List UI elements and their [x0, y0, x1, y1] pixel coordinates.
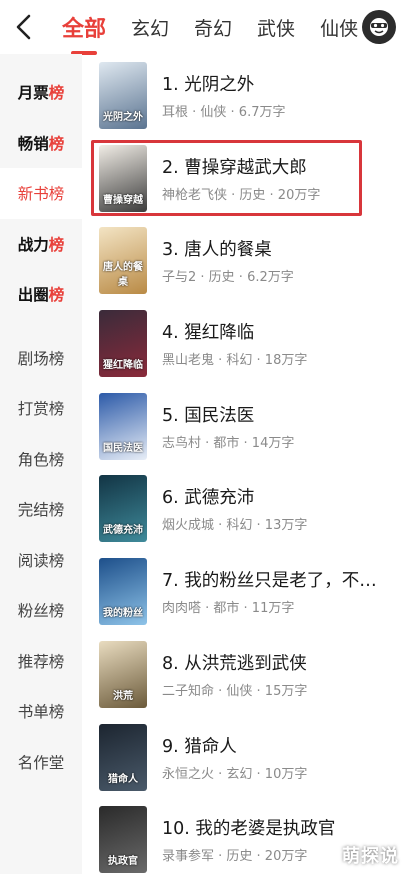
sidebar-item-combat-power[interactable]: 战力榜 — [0, 219, 82, 270]
sidebar-item-recommend[interactable]: 推荐榜 — [0, 636, 82, 687]
book-meta: 神枪老飞侠 · 历史 · 20万字 — [162, 187, 321, 203]
sidebar-item-theater[interactable]: 剧场榜 — [0, 333, 82, 384]
book-title: 9. 猎命人 — [162, 736, 237, 757]
book-meta: 耳根 · 仙侠 · 6.7万字 — [162, 105, 286, 120]
user-avatar-icon — [370, 18, 388, 36]
book-meta: 烟火成城 · 科幻 · 13万字 — [162, 518, 308, 534]
book-title: 2. 曹操穿越武大郎 — [162, 157, 307, 178]
book-meta: 永恒之火 · 玄幻 · 10万字 — [162, 766, 308, 782]
book-cover: 唐人的餐桌 — [99, 227, 147, 295]
book-title: 5. 国民法医 — [162, 405, 255, 426]
list-item[interactable]: 猩红降临 4. 猩红降临 黑山老鬼 · 科幻 · 18万字 — [82, 302, 407, 385]
ranking-sidebar: 月票榜 畅销榜 新书榜 战力榜 出圈榜 剧场榜 打赏榜 角色榜 完结榜 阅读榜 … — [0, 54, 82, 874]
book-meta: 黑山老鬼 · 科幻 · 18万字 — [162, 353, 308, 369]
top-header: 全部 玄幻 奇幻 武侠 仙侠 — [0, 0, 407, 54]
sidebar-item-bestseller[interactable]: 畅销榜 — [0, 118, 82, 169]
book-meta: 子与2 · 历史 · 6.2万字 — [162, 270, 294, 286]
book-cover: 曹操穿越 — [99, 144, 147, 212]
list-item[interactable]: 曹操穿越 2. 曹操穿越武大郎 神枪老飞侠 · 历史 · 20万字 — [82, 137, 407, 220]
book-cover: 执政官 — [99, 806, 147, 874]
book-cover: 武德充沛 — [99, 475, 147, 543]
chevron-left-icon — [16, 14, 31, 40]
sidebar-item-fans[interactable]: 粉丝榜 — [0, 585, 82, 636]
sidebar-item-reading[interactable]: 阅读榜 — [0, 535, 82, 586]
book-cover: 国民法医 — [99, 392, 147, 460]
back-button[interactable] — [10, 12, 40, 42]
book-cover: 洪荒 — [99, 640, 147, 708]
tab-xianxia[interactable]: 仙侠 — [320, 0, 358, 41]
sidebar-item-booklist[interactable]: 书单榜 — [0, 686, 82, 737]
book-cover: 猎命人 — [99, 723, 147, 791]
sidebar-item-character[interactable]: 角色榜 — [0, 434, 82, 485]
book-list: 光阴之外 1. 光阴之外 耳根 · 仙侠 · 6.7万字 曹操穿越 2. 曹操穿… — [82, 54, 407, 874]
list-item[interactable]: 光阴之外 1. 光阴之外 耳根 · 仙侠 · 6.7万字 — [82, 54, 407, 137]
book-title: 3. 唐人的餐桌 — [162, 240, 272, 261]
tab-all[interactable]: 全部 — [62, 0, 106, 43]
list-item[interactable]: 武德充沛 6. 武德充沛 烟火成城 · 科幻 · 13万字 — [82, 467, 407, 550]
sidebar-item-completed[interactable]: 完结榜 — [0, 484, 82, 535]
book-meta: 二子知命 · 仙侠 · 15万字 — [162, 683, 308, 699]
sidebar-item-new-books[interactable]: 新书榜 — [0, 168, 82, 219]
book-title: 8. 从洪荒逃到武侠 — [162, 653, 307, 674]
sidebar-item-breakout[interactable]: 出圈榜 — [0, 269, 82, 320]
list-item[interactable]: 洪荒 8. 从洪荒逃到武侠 二子知命 · 仙侠 · 15万字 — [82, 633, 407, 716]
book-title: 4. 猩红降临 — [162, 323, 255, 344]
book-cover: 我的粉丝 — [99, 558, 147, 626]
book-meta: 肉肉嗒 · 都市 · 11万字 — [162, 601, 295, 617]
tab-qihuan[interactable]: 奇幻 — [194, 0, 232, 41]
tab-xuanhuan[interactable]: 玄幻 — [131, 0, 169, 41]
book-cover: 猩红降临 — [99, 310, 147, 378]
book-title: 6. 武德充沛 — [162, 488, 255, 509]
book-title: 1. 光阴之外 — [162, 75, 255, 95]
list-item[interactable]: 我的粉丝 7. 我的粉丝只是老了，不是… 肉肉嗒 · 都市 · 11万字 — [82, 550, 407, 633]
user-avatar-button[interactable] — [362, 10, 396, 44]
sidebar-item-masterpiece[interactable]: 名作堂 — [0, 737, 82, 788]
book-title: 7. 我的粉丝只是老了，不是… — [162, 571, 394, 592]
book-meta: 录事参军 · 历史 · 20万字 — [162, 849, 308, 865]
book-title: 10. 我的老婆是执政官 — [162, 819, 336, 840]
list-item[interactable]: 国民法医 5. 国民法医 志鸟村 · 都市 · 14万字 — [82, 385, 407, 468]
sidebar-item-tipping[interactable]: 打赏榜 — [0, 383, 82, 434]
list-item[interactable]: 猎命人 9. 猎命人 永恒之火 · 玄幻 · 10万字 — [82, 716, 407, 799]
sidebar-item-monthly-ticket[interactable]: 月票榜 — [0, 67, 82, 118]
book-meta: 志鸟村 · 都市 · 14万字 — [162, 435, 295, 451]
category-tabs: 全部 玄幻 奇幻 武侠 仙侠 — [62, 0, 383, 54]
book-cover: 光阴之外 — [99, 62, 147, 129]
tab-wuxia[interactable]: 武侠 — [257, 0, 295, 41]
list-item[interactable]: 唐人的餐桌 3. 唐人的餐桌 子与2 · 历史 · 6.2万字 — [82, 219, 407, 302]
watermark: 萌探说 — [342, 846, 399, 867]
